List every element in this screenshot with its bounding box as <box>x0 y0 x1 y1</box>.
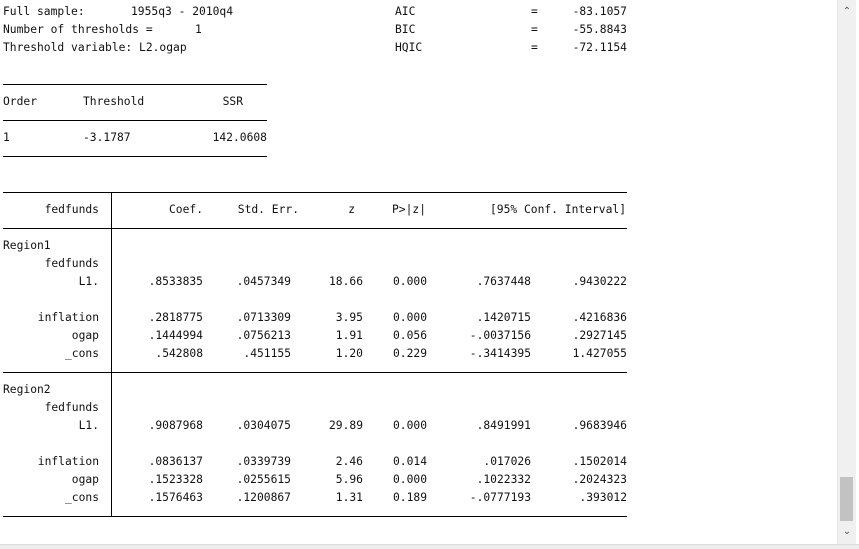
ci-low-cell: -.3414395 <box>469 347 531 360</box>
region1-title: Region1 <box>3 239 51 252</box>
threshold-header-order: Order <box>3 95 38 108</box>
pvalue-cell: 0.056 <box>392 329 427 342</box>
num-thresholds-value: 1 <box>195 23 202 36</box>
threshold-variable-label: Threshold variable: L2.ogap <box>3 41 187 54</box>
coef-cell: .0836137 <box>148 455 203 468</box>
ci-high-cell: .4216836 <box>572 311 627 324</box>
pvalue-cell: 0.000 <box>392 311 427 324</box>
region2-cons-label: _cons <box>64 491 99 504</box>
threshold-cell-order: 1 <box>3 131 10 144</box>
hqic-label: HQIC <box>395 41 423 54</box>
full-sample-label: Full sample: <box>3 5 85 18</box>
hqic-eq: = <box>531 41 538 54</box>
z-cell: 29.89 <box>328 419 363 432</box>
bic-label: BIC <box>395 23 416 36</box>
aic-value: -83.1057 <box>572 5 627 18</box>
coef-depvar-header: fedfunds <box>44 203 99 216</box>
stderr-cell: .1200867 <box>236 491 291 504</box>
stderr-cell: .0339739 <box>236 455 291 468</box>
coef-header-stderr: Std. Err. <box>237 203 299 216</box>
pvalue-cell: 0.229 <box>392 347 427 360</box>
coef-table-top-rule <box>3 192 627 193</box>
ci-high-cell: 1.427055 <box>572 347 627 360</box>
threshold-table-bottom-rule <box>3 156 267 157</box>
coef-table-bottom-rule <box>3 516 627 517</box>
pvalue-cell: 0.014 <box>392 455 427 468</box>
coef-cell: .9087968 <box>148 419 203 432</box>
ci-high-cell: .9683946 <box>572 419 627 432</box>
threshold-table-mid-rule <box>3 120 267 121</box>
ci-high-cell: .2927145 <box>572 329 627 342</box>
coef-table-header-rule <box>3 228 627 229</box>
z-cell: 2.46 <box>335 455 363 468</box>
ci-high-cell: .9430222 <box>572 275 627 288</box>
aic-eq: = <box>531 5 538 18</box>
ci-low-cell: .7637448 <box>476 275 531 288</box>
region1-subheader: fedfunds <box>44 257 99 270</box>
bic-value: -55.8843 <box>572 23 627 36</box>
coef-cell: .1444994 <box>148 329 203 342</box>
coef-cell: .1523328 <box>148 473 203 486</box>
chevron-down-icon[interactable]: ⌄ <box>842 527 852 537</box>
vertical-scrollbar[interactable]: ⌃ ⌄ <box>837 0 856 546</box>
stderr-cell: .0756213 <box>236 329 291 342</box>
pvalue-cell: 0.000 <box>392 473 427 486</box>
aic-label: AIC <box>395 5 416 18</box>
z-cell: 5.96 <box>335 473 363 486</box>
coef-header-pvalue: P>|z| <box>391 203 426 216</box>
threshold-header-ssr: SSR <box>222 95 243 108</box>
coef-cell: .8533835 <box>148 275 203 288</box>
coef-cell: .2818775 <box>148 311 203 324</box>
ci-high-cell: .1502014 <box>572 455 627 468</box>
stderr-cell: .0713309 <box>236 311 291 324</box>
pvalue-cell: 0.000 <box>392 419 427 432</box>
scroll-thumb[interactable] <box>840 477 853 521</box>
chevron-up-icon[interactable]: ⌃ <box>842 7 852 17</box>
ci-high-cell: .2024323 <box>572 473 627 486</box>
stderr-cell: .451155 <box>243 347 291 360</box>
coef-cell: .1576463 <box>148 491 203 504</box>
region1-ogap-label: ogap <box>71 329 99 342</box>
z-cell: 3.95 <box>335 311 363 324</box>
z-cell: 18.66 <box>328 275 363 288</box>
z-cell: 1.31 <box>335 491 363 504</box>
region1-l1-label: L1. <box>78 275 99 288</box>
region2-l1-label: L1. <box>78 419 99 432</box>
ci-low-cell: .017026 <box>483 455 531 468</box>
ci-low-cell: -.0777193 <box>469 491 531 504</box>
num-thresholds-label: Number of thresholds = <box>3 23 153 36</box>
ci-low-cell: .1420715 <box>476 311 531 324</box>
ci-low-cell: -.0037156 <box>469 329 531 342</box>
z-cell: 1.20 <box>335 347 363 360</box>
coef-header-coef: Coef. <box>168 203 203 216</box>
pvalue-cell: 0.000 <box>392 275 427 288</box>
coef-table-divider <box>111 192 112 516</box>
region2-ogap-label: ogap <box>71 473 99 486</box>
region2-subheader: fedfunds <box>44 401 99 414</box>
region2-inflation-label: inflation <box>37 455 99 468</box>
stderr-cell: .0304075 <box>236 419 291 432</box>
threshold-table-top-rule <box>3 84 267 85</box>
stderr-cell: .0255615 <box>236 473 291 486</box>
z-cell: 1.91 <box>335 329 363 342</box>
full-sample-value: 1955q3 - 2010q4 <box>131 5 234 18</box>
ci-low-cell: .1022332 <box>476 473 531 486</box>
region1-inflation-label: inflation <box>37 311 99 324</box>
threshold-cell-ssr: 142.0608 <box>212 131 267 144</box>
region2-title: Region2 <box>3 383 51 396</box>
bic-eq: = <box>531 23 538 36</box>
region1-cons-label: _cons <box>64 347 99 360</box>
bottom-edge <box>0 544 859 549</box>
region-separator-rule <box>3 372 627 373</box>
ci-low-cell: .8491991 <box>476 419 531 432</box>
coef-cell: .542808 <box>155 347 203 360</box>
coef-header-z: z <box>348 203 355 216</box>
threshold-cell-value: -3.1787 <box>83 131 131 144</box>
coef-header-confint: [95% Conf. Interval] <box>489 203 626 216</box>
threshold-header-threshold: Threshold <box>83 95 145 108</box>
hqic-value: -72.1154 <box>572 41 627 54</box>
ci-high-cell: .393012 <box>579 491 627 504</box>
pvalue-cell: 0.189 <box>392 491 427 504</box>
stderr-cell: .0457349 <box>236 275 291 288</box>
